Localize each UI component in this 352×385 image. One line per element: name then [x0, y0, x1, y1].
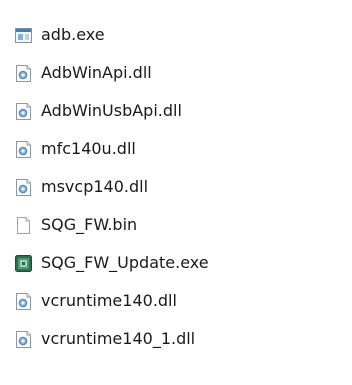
file-name: SQG_FW.bin	[41, 215, 138, 234]
file-item-vcruntime140-dll[interactable]: vcruntime140.dll	[0, 282, 352, 320]
dll-gear-icon	[15, 103, 32, 120]
dll-gear-icon	[15, 293, 32, 310]
file-name: mfc140u.dll	[41, 139, 136, 158]
file-item-vcruntime140-1-dll[interactable]: vcruntime140_1.dll	[0, 320, 352, 358]
dll-gear-icon	[15, 179, 32, 196]
file-item-adbwinusbapi-dll[interactable]: AdbWinUsbApi.dll	[0, 92, 352, 130]
file-item-sqg-fw-update-exe[interactable]: SQG_FW_Update.exe	[0, 244, 352, 282]
file-name: msvcp140.dll	[41, 177, 149, 196]
file-name: AdbWinApi.dll	[41, 63, 152, 82]
file-name: SQG_FW_Update.exe	[41, 253, 209, 272]
file-name: AdbWinUsbApi.dll	[41, 101, 182, 120]
file-item-adbwinapi-dll[interactable]: AdbWinApi.dll	[0, 54, 352, 92]
file-item-adb-exe[interactable]: adb.exe	[0, 16, 352, 54]
file-name: vcruntime140.dll	[41, 291, 177, 310]
dll-gear-icon	[15, 65, 32, 82]
exe-window-icon	[15, 27, 32, 44]
blank-file-icon	[15, 217, 32, 234]
file-item-mfc140u-dll[interactable]: mfc140u.dll	[0, 130, 352, 168]
dll-gear-icon	[15, 141, 32, 158]
dll-gear-icon	[15, 331, 32, 348]
file-name: adb.exe	[41, 25, 105, 44]
file-list: adb.exe AdbWinApi.dll AdbWinUsbApi.dll m…	[0, 16, 352, 358]
file-item-sqg-fw-bin[interactable]: SQG_FW.bin	[0, 206, 352, 244]
file-item-msvcp140-dll[interactable]: msvcp140.dll	[0, 168, 352, 206]
app-green-icon	[15, 255, 32, 272]
file-name: vcruntime140_1.dll	[41, 329, 196, 348]
